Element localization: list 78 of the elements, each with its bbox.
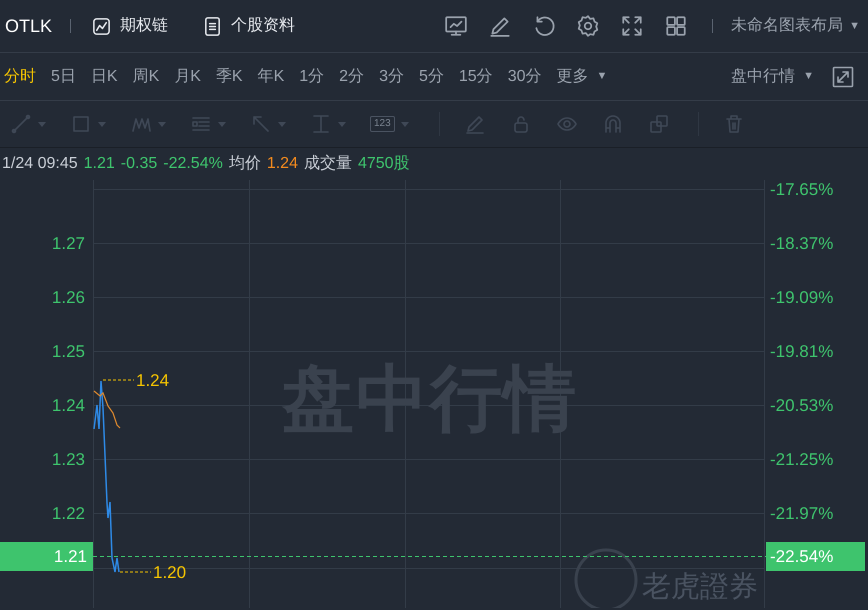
quote-info: 1/24 09:45 [2, 154, 78, 174]
period-tab[interactable]: 5分 [418, 64, 444, 88]
period-tab[interactable]: 月K [174, 64, 201, 88]
expand-icon [620, 14, 644, 38]
toolbar-button[interactable] [576, 14, 600, 38]
high-price-label: 1.24 [136, 372, 170, 389]
drawing-tool[interactable] [70, 113, 106, 135]
caret-icon [400, 122, 409, 126]
brand-logo-icon [574, 548, 638, 608]
arrow-icon [250, 113, 272, 135]
period-tab[interactable]: 周K [132, 64, 160, 88]
period-tab[interactable]: 3分 [379, 64, 404, 88]
quote-info: 4750股 [358, 154, 410, 174]
drawing-tool[interactable]: 123 [370, 116, 409, 132]
period-tab[interactable]: 15分 [458, 64, 493, 88]
caret-icon [218, 122, 226, 126]
percent-axis-label: -19.81% [770, 343, 834, 360]
toolbar-button[interactable] [620, 14, 644, 38]
line-tool-icon [10, 113, 32, 135]
toolbar-button[interactable] [444, 14, 468, 38]
low-price-label: 1.20 [153, 564, 186, 581]
caret-icon: ▼ [849, 18, 860, 34]
price-axis-label: 1.22 [50, 505, 85, 522]
percent-axis-label: -18.37% [770, 235, 834, 252]
toolbar-button[interactable] [664, 14, 688, 38]
period-tab[interactable]: 日K [90, 64, 118, 88]
grid-icon [664, 14, 688, 38]
price-axis-label: 1.23 [50, 451, 85, 468]
period-tab[interactable]: 1分 [299, 64, 324, 88]
settings-icon [576, 14, 600, 38]
quote-info: 1.24 [266, 154, 298, 174]
current-change-badge: -22.54% [766, 542, 865, 571]
caret-icon [278, 122, 286, 126]
caret-icon [338, 122, 346, 126]
percent-axis-label: -20.53% [770, 397, 834, 414]
drawing-tool[interactable] [250, 113, 286, 135]
price-axis-label: 1.26 [50, 289, 85, 306]
percent-axis-label: -17.65% [770, 181, 834, 198]
caret-icon [38, 122, 46, 126]
rectangle-tool-icon [70, 113, 92, 135]
caret-icon: ▼ [803, 68, 814, 85]
fullscreen-button[interactable] [832, 66, 854, 88]
percent-axis-label: -21.25% [770, 451, 834, 468]
drawing-tool[interactable] [464, 113, 486, 135]
period-tab[interactable]: 2分 [339, 64, 364, 88]
caret-icon [98, 122, 106, 126]
drawing-tool[interactable] [648, 113, 670, 135]
quote-info: -0.35 [120, 154, 158, 174]
caret-icon: ▼ [596, 68, 608, 85]
header-link[interactable]: 个股资料 [202, 14, 296, 38]
quote-info: -22.54% [163, 154, 223, 174]
more-menu[interactable]: 更多 ▼ [556, 64, 608, 88]
session-menu[interactable]: 盘中行情 ▼ [731, 64, 814, 88]
pencil-icon [464, 113, 486, 135]
quote-info: 1.21 [84, 154, 115, 174]
caret-icon [158, 122, 166, 126]
quote-info: 均价 [228, 154, 261, 174]
period-tab[interactable]: 季K [216, 64, 243, 88]
period-tab[interactable]: 30分 [508, 64, 542, 88]
stock-symbol: OTLK [5, 14, 52, 38]
price-axis-label: 1.25 [50, 343, 85, 360]
price-axis-label: 1.24 [50, 397, 85, 414]
period-tab[interactable]: 5日 [51, 64, 76, 88]
copy-icon [648, 113, 670, 135]
header-link[interactable]: 期权链 [91, 14, 168, 38]
percent-axis-label: -19.09% [770, 289, 834, 306]
price-axis-label: 1.27 [50, 235, 85, 252]
quote-info: 成交量 [304, 154, 352, 174]
average-line [94, 390, 120, 428]
layout-menu[interactable]: 未命名图表布局 ▼ [731, 14, 860, 38]
period-tab[interactable]: 分时 [4, 64, 36, 88]
current-price-badge: 1.21 [0, 542, 93, 571]
period-tab[interactable]: 年K [258, 64, 284, 88]
chart-icon [91, 16, 112, 36]
monitor-chart-icon [444, 14, 468, 38]
drawing-tool[interactable] [10, 113, 46, 135]
number-label-icon: 123 [370, 116, 395, 132]
percent-axis-label: -21.97% [770, 505, 834, 522]
